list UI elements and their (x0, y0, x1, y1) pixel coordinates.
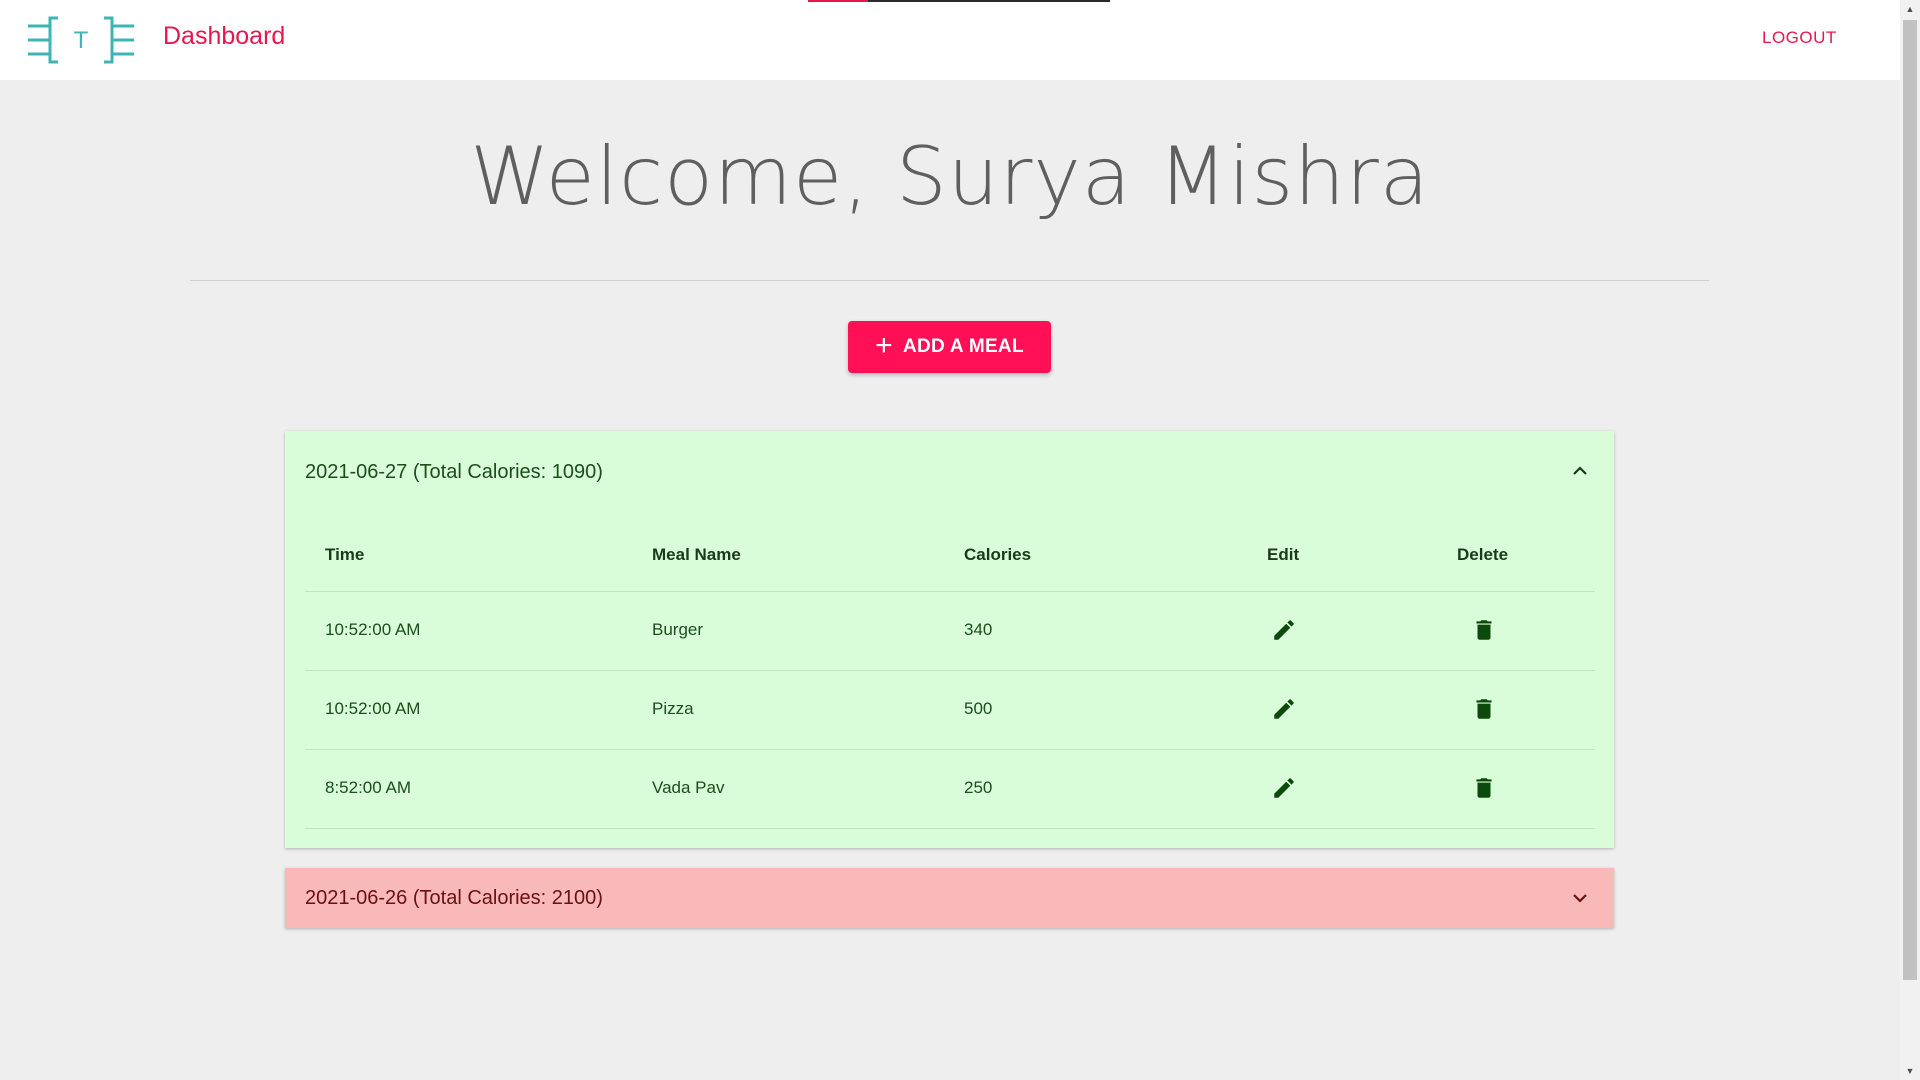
meal-name: Vada Pav (652, 778, 725, 797)
scroll-up-icon[interactable]: ▲ (1903, 2, 1917, 16)
trash-icon[interactable] (1471, 775, 1497, 801)
welcome-heading: Welcome, Surya Mishra (470, 130, 1430, 223)
column-header-delete: Delete (1457, 545, 1509, 564)
meal-time: 8:52:00 AM (325, 778, 412, 797)
day-panel-2021-06-27: 2021-06-27 (Total Calories: 1090) Time M… (285, 431, 1614, 848)
meal-time: 10:52:00 AM (325, 620, 421, 639)
dashboard-title[interactable]: Dashboard (163, 22, 285, 51)
logo-letter: T (74, 27, 89, 54)
column-header-meal-name: Meal Name (652, 545, 741, 564)
row-divider (305, 591, 1595, 592)
add-meal-label: ADD A MEAL (902, 336, 1024, 357)
logout-button[interactable]: LOGOUT (1762, 28, 1837, 48)
meal-calories: 500 (964, 699, 993, 718)
column-header-calories: Calories (964, 545, 1032, 564)
column-header-time: Time (325, 545, 365, 564)
meal-time: 10:52:00 AM (325, 699, 421, 718)
meal-calories: 340 (964, 620, 993, 639)
pencil-icon[interactable] (1271, 696, 1297, 722)
day-panel-2021-06-26[interactable]: 2021-06-26 (Total Calories: 2100) (285, 868, 1614, 928)
chevron-up-icon[interactable] (1570, 461, 1590, 481)
divider (190, 280, 1709, 281)
trash-icon[interactable] (1471, 617, 1497, 643)
pencil-icon[interactable] (1271, 775, 1297, 801)
scroll-down-icon[interactable]: ▼ (1903, 1064, 1917, 1078)
column-header-edit: Edit (1267, 545, 1300, 564)
add-meal-button[interactable]: + ADD A MEAL (848, 321, 1051, 373)
meal-name: Pizza (652, 699, 694, 718)
day-panel-header[interactable]: 2021-06-27 (Total Calories: 1090) (305, 461, 603, 484)
app-logo-icon[interactable]: T (28, 14, 134, 66)
row-divider (305, 828, 1595, 829)
row-divider (305, 670, 1595, 671)
scrollbar-thumb[interactable] (1903, 20, 1917, 980)
app-bar: T Dashboard LOGOUT (0, 0, 1900, 80)
trash-icon[interactable] (1471, 696, 1497, 722)
chevron-down-icon[interactable] (1570, 888, 1590, 908)
loading-progress-bar (808, 0, 1110, 2)
plus-icon: + (875, 328, 893, 362)
day-panel-header[interactable]: 2021-06-26 (Total Calories: 2100) (305, 887, 603, 910)
meal-calories: 250 (964, 778, 993, 797)
pencil-icon[interactable] (1271, 617, 1297, 643)
loading-progress-fill (808, 0, 869, 2)
meal-name: Burger (652, 620, 704, 639)
row-divider (305, 749, 1595, 750)
